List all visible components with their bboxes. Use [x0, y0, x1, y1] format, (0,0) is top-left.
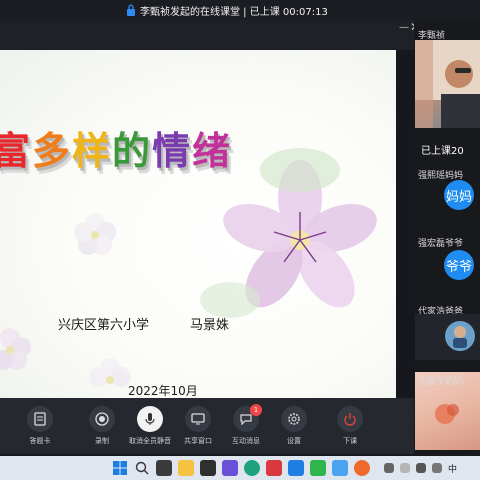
on-class-count: 已上课20 [421, 146, 464, 157]
app-icon[interactable] [332, 460, 348, 476]
window-title: 李甄祯发起的在线课堂 | 已上课 00:07:13 [140, 6, 328, 18]
record-icon [89, 406, 115, 432]
tray-icon[interactable] [400, 463, 410, 473]
slide-title-char: 多 [32, 128, 73, 173]
slide-title-char: 的 [112, 128, 153, 173]
participant-video[interactable]: 闫嘉宇奶奶 [415, 372, 480, 450]
record-button[interactable]: 录制 [78, 406, 126, 450]
slide-title-char: 样 [72, 128, 113, 173]
share-window-button[interactable]: 共享窗口 [174, 406, 222, 450]
small-flower [74, 213, 116, 255]
app-icon[interactable] [288, 460, 304, 476]
participant-name: 强熙瑶妈妈 [418, 171, 464, 181]
button-label: 答题卡 [29, 437, 51, 445]
slide-title-char: 富 [0, 128, 33, 173]
host-video[interactable] [415, 40, 480, 128]
app-icon[interactable] [266, 460, 282, 476]
tray-icon[interactable] [416, 463, 426, 473]
title-bar: 李甄祯发起的在线课堂 | 已上课 00:07:13 [0, 0, 480, 20]
button-label: 录制 [95, 437, 109, 445]
minimize-icon[interactable]: — [399, 22, 409, 33]
lock-icon [127, 4, 135, 16]
button-label: 互动消息 [232, 437, 260, 445]
participant-name: 闫嘉宇奶奶 [418, 377, 464, 387]
end-class-icon [337, 406, 363, 432]
button-label: 共享窗口 [184, 437, 212, 445]
app-icon[interactable] [200, 460, 216, 476]
settings-icon [281, 406, 307, 432]
slide-title-char: 绪 [192, 128, 233, 173]
button-label: 设置 [287, 437, 301, 445]
unmute-all-icon [137, 406, 163, 432]
small-flower [0, 328, 31, 370]
share-window-icon [185, 406, 211, 432]
title-wrap: 李甄祯发起的在线课堂 | 已上课 00:07:13 [126, 2, 328, 18]
small-flower [89, 358, 131, 387]
answer-card-icon [27, 406, 53, 432]
end-class-button[interactable]: 下课 [326, 406, 374, 450]
presentation-slide: 富多样的情绪 兴庆区第六小学 马景姝 2022年10月 [0, 50, 396, 398]
os-taskbar: 中 [0, 456, 480, 480]
app-icon[interactable] [354, 460, 370, 476]
task-view-icon[interactable] [156, 460, 172, 476]
tray-icon[interactable] [384, 463, 394, 473]
file-explorer-icon[interactable] [178, 460, 194, 476]
wechat-icon[interactable] [310, 460, 326, 476]
participant-name: 强宏磊爷爷 [418, 239, 464, 249]
participant-video[interactable] [415, 314, 480, 360]
avatar-photo [445, 321, 475, 351]
flower-decoration [0, 148, 377, 387]
search-icon[interactable] [134, 460, 150, 476]
settings-button[interactable]: 设置 [270, 406, 318, 450]
unread-badge: 1 [250, 404, 262, 416]
slide-title: 富多样的情绪 [0, 120, 232, 175]
button-label: 下课 [343, 437, 357, 445]
edge-icon[interactable] [244, 460, 260, 476]
start-icon[interactable] [112, 460, 128, 476]
chat-button[interactable]: 1 互动消息 [222, 404, 270, 450]
slide-date: 2022年10月 [128, 384, 198, 398]
unmute-all-button[interactable]: 取消全员静音 [126, 406, 174, 450]
answer-card-button[interactable]: 答题卡 [16, 406, 64, 450]
class-toolbar: 答题卡 录制 取消全员静音 共享窗口 1 互动消息 设置 下课 [0, 398, 414, 454]
button-label: 取消全员静音 [129, 437, 171, 445]
avatar[interactable]: 妈妈 [444, 180, 474, 210]
input-method-indicator[interactable]: 中 [448, 462, 457, 475]
app-icon[interactable] [222, 460, 238, 476]
host-figure [415, 40, 480, 128]
teacher-name: 马景姝 [190, 318, 230, 333]
avatar[interactable]: 爷爷 [444, 250, 474, 280]
slide-title-char: 情 [152, 128, 193, 173]
tray-icon[interactable] [432, 463, 442, 473]
school-name: 兴庆区第六小学 [58, 318, 150, 333]
